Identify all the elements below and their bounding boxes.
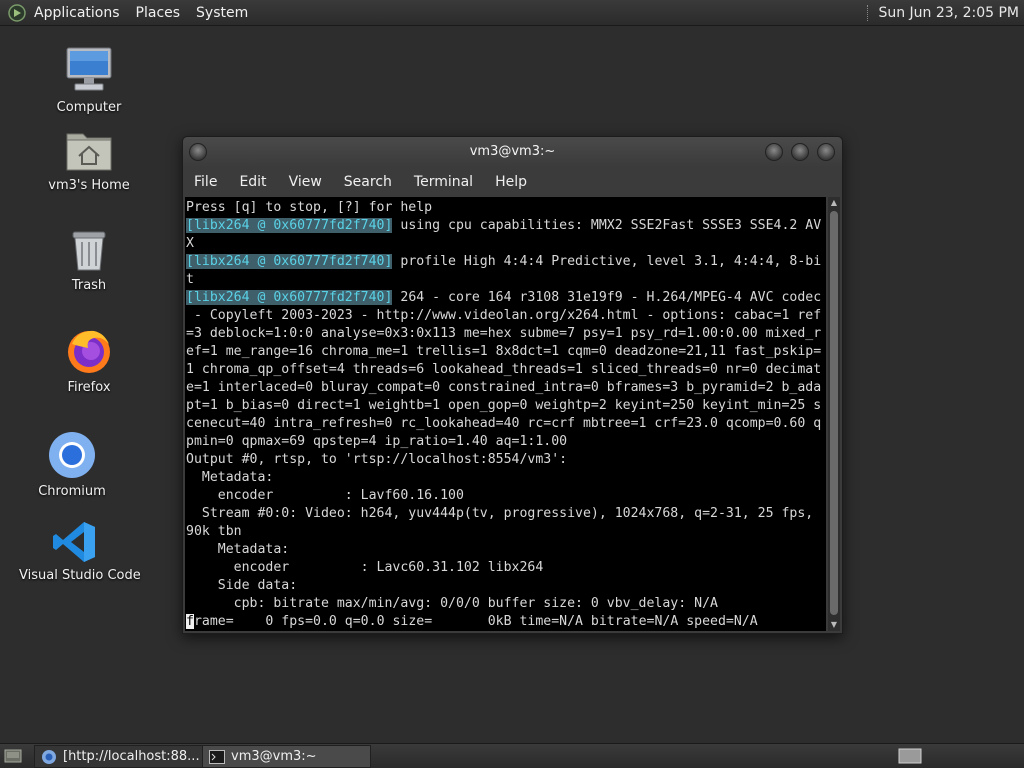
terminal-window[interactable]: vm3@vm3:~ File Edit View Search Terminal… [182, 136, 843, 634]
terminal-line: Metadata: [186, 542, 290, 557]
terminal-output[interactable]: Press [q] to stop, [?] for help [libx264 … [185, 197, 826, 631]
terminal-line: cenecut=40 intra_refresh=0 rc_lookahead=… [186, 416, 822, 431]
terminal-line: 1 chroma_qp_offset=4 threads=6 lookahead… [186, 362, 822, 377]
terminal-line: pt=1 b_bias=0 direct=1 weightb=1 open_go… [186, 398, 822, 413]
workspace-switcher-icon[interactable] [898, 748, 922, 764]
terminal-line: - Copyleft 2003-2023 - http://www.videol… [186, 308, 822, 323]
chromium-icon [49, 432, 95, 478]
terminal-line: 90k tbn [186, 524, 242, 539]
terminal-line: Side data: [186, 578, 298, 593]
terminal-line: cpb: bitrate max/min/avg: 0/0/0 buffer s… [186, 596, 718, 611]
terminal-line: [libx264 @ 0x60777fd2f740] profile High … [186, 254, 822, 269]
desktop-icon-label: Computer [56, 100, 122, 115]
trash-icon [72, 231, 106, 271]
terminal-line: Press [q] to stop, [?] for help [186, 200, 433, 215]
terminal-menubar: File Edit View Search Terminal Help [183, 168, 842, 196]
terminal-line: X [186, 236, 194, 251]
taskbar-item-label: [http://localhost:88... [63, 749, 200, 764]
close-button[interactable] [817, 143, 835, 161]
system-menu[interactable]: System [188, 5, 256, 21]
desktop-icon-home[interactable]: vm3's Home [34, 126, 144, 193]
terminal-line: =3 deblock=1:0:0 analyse=0x3:0x113 me=he… [186, 326, 822, 341]
terminal-line: e=1 interlaced=0 bluray_compat=0 constra… [186, 380, 822, 395]
firefox-icon [68, 330, 110, 373]
desktop-icon-computer[interactable]: Computer [34, 44, 144, 115]
window-titlebar[interactable]: vm3@vm3:~ [183, 137, 842, 167]
menu-terminal[interactable]: Terminal [403, 174, 484, 190]
vscode-icon [53, 522, 95, 562]
terminal-line: encoder : Lavc60.31.102 libx264 [186, 560, 544, 575]
terminal-line: pmin=0 qpmax=69 qpstep=4 ip_ratio=1.40 a… [186, 434, 568, 449]
desktop-icon-label: Trash [71, 278, 107, 293]
terminal-icon [209, 749, 225, 764]
bottom-panel: [http://localhost:88... vm3@vm3:~ [0, 743, 1024, 768]
window-title: vm3@vm3:~ [469, 144, 556, 159]
desktop-icon-label: Visual Studio Code [19, 568, 141, 583]
desktop-icon-firefox[interactable]: Firefox [34, 326, 144, 395]
menu-help[interactable]: Help [484, 174, 538, 190]
terminal-scrollbar[interactable]: ▲ ▼ [828, 197, 840, 631]
terminal-line: t [186, 272, 194, 287]
desktop-icon-trash[interactable]: Trash [34, 228, 144, 293]
terminal-line: frame= 0 fps=0.0 q=0.0 size= 0kB time=N/… [186, 614, 758, 629]
terminal-line: encoder : Lavf60.16.100 [186, 488, 464, 503]
terminal-line: Stream #0:0: Video: h264, yuv444p(tv, pr… [186, 506, 814, 521]
menu-file[interactable]: File [183, 174, 228, 190]
places-menu[interactable]: Places [128, 5, 189, 21]
scrollbar-thumb[interactable] [830, 211, 838, 615]
desktop-icon-label: Chromium [38, 484, 106, 499]
scroll-down-arrow-icon[interactable]: ▼ [828, 619, 840, 631]
show-desktop-icon[interactable] [4, 748, 22, 764]
scroll-up-arrow-icon[interactable]: ▲ [828, 197, 840, 209]
browser-icon [42, 749, 56, 764]
top-panel: Applications Places System Sun Jun 23, 2… [0, 0, 1024, 26]
minimize-button[interactable] [765, 143, 783, 161]
menu-view[interactable]: View [278, 174, 333, 190]
terminal-line: ef=1 me_range=16 chroma_me=1 trellis=1 8… [186, 344, 822, 359]
menu-edit[interactable]: Edit [228, 174, 277, 190]
taskbar-item-browser[interactable]: [http://localhost:88... [34, 745, 208, 768]
panel-separator [867, 4, 870, 21]
desktop-icon-vscode[interactable]: Visual Studio Code [19, 520, 141, 583]
terminal-text: Press [q] to stop, [?] for help [libx264 … [185, 197, 826, 631]
applications-menu[interactable]: Applications [26, 5, 128, 21]
taskbar-item-terminal[interactable]: vm3@vm3:~ [202, 745, 371, 768]
taskbar-item-label: vm3@vm3:~ [231, 749, 317, 764]
computer-icon [66, 47, 112, 91]
maximize-button[interactable] [791, 143, 809, 161]
desktop-icon-label: vm3's Home [48, 178, 130, 193]
terminal-line: [libx264 @ 0x60777fd2f740] 264 - core 16… [186, 290, 822, 305]
terminal-line: Output #0, rtsp, to 'rtsp://localhost:85… [186, 452, 568, 467]
desktop-icon-chromium[interactable]: Chromium [17, 430, 127, 499]
applications-logo-icon[interactable] [8, 3, 26, 22]
desktop-icon-label: Firefox [67, 380, 111, 395]
home-folder-icon [66, 133, 112, 171]
menu-search[interactable]: Search [333, 174, 403, 190]
clock[interactable]: Sun Jun 23, 2:05 PM [878, 5, 1024, 21]
terminal-line: Metadata: [186, 470, 274, 485]
terminal-line: [libx264 @ 0x60777fd2f740] using cpu cap… [186, 218, 822, 233]
top-right-area: Sun Jun 23, 2:05 PM [867, 0, 1024, 25]
